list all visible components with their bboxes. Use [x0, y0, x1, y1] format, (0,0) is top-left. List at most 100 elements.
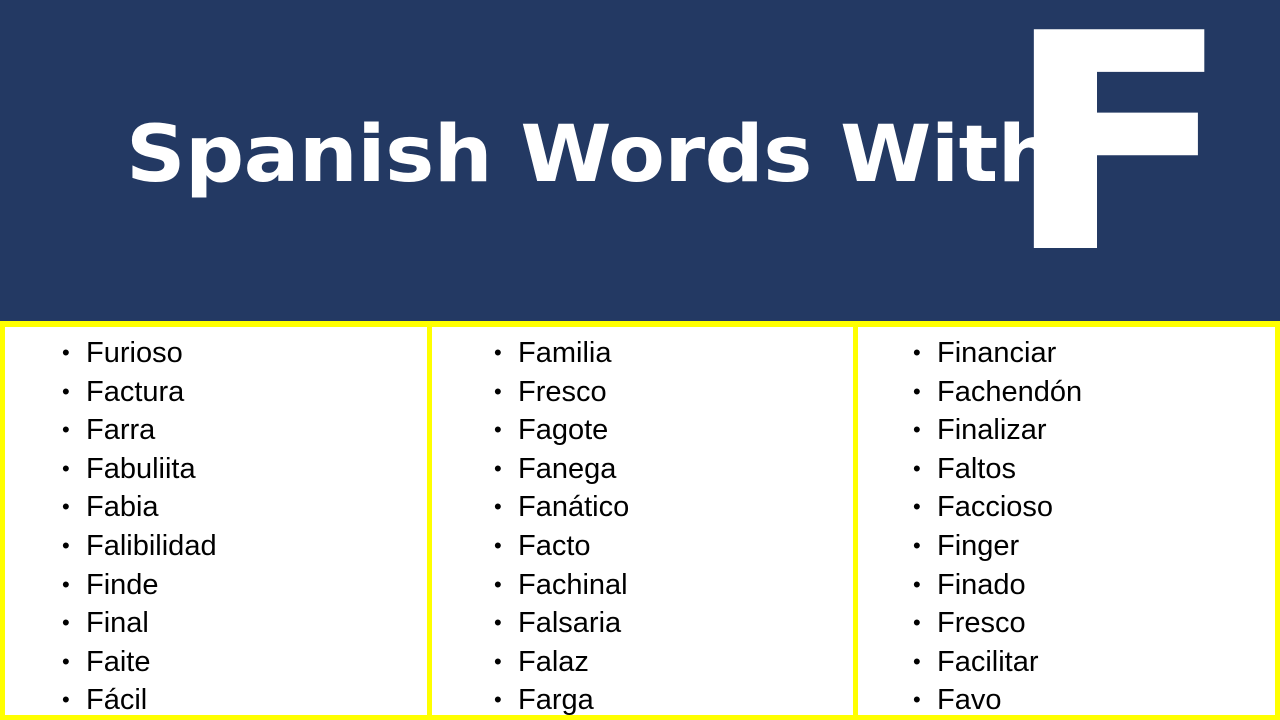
word-column-2: • Familia • Fresco • Fagote • Fanega • F…	[427, 327, 858, 715]
word-label: Fácil	[86, 684, 148, 715]
title-banner: Spanish Words With F	[0, 0, 1280, 321]
word-label: Fabuliita	[86, 452, 196, 485]
bullet-icon: •	[494, 648, 502, 674]
word-label: Factura	[86, 375, 185, 408]
bullet-icon: •	[62, 532, 70, 558]
list-item[interactable]: • Finalizar	[913, 411, 1275, 450]
word-label: Fachinal	[518, 568, 628, 601]
bullet-icon: •	[494, 378, 502, 404]
word-label: Farra	[86, 414, 156, 447]
list-item[interactable]: • Falsaria	[494, 604, 853, 643]
word-list-2: • Familia • Fresco • Fagote • Fanega • F…	[432, 327, 853, 715]
bullet-icon: •	[913, 494, 921, 520]
feature-letter-f: F	[1003, 0, 1233, 319]
word-label: Financiar	[937, 337, 1057, 369]
word-list-3: • Financiar • Fachendón • Finalizar • Fa…	[858, 327, 1275, 715]
list-item[interactable]: • Fachinal	[494, 566, 853, 605]
bullet-icon: •	[62, 571, 70, 597]
word-label: Finde	[86, 568, 159, 601]
bullet-icon: •	[62, 417, 70, 443]
word-label: Facto	[518, 529, 591, 562]
bullet-icon: •	[494, 571, 502, 597]
slide-root: Spanish Words With F • Furioso • Factura…	[0, 0, 1280, 720]
list-item[interactable]: • Fácil	[62, 681, 427, 715]
bullet-icon: •	[494, 340, 502, 365]
word-label: Fachendón	[937, 375, 1083, 408]
list-item[interactable]: • Finde	[62, 566, 427, 605]
word-label: Fabia	[86, 491, 159, 524]
list-item[interactable]: • Finger	[913, 527, 1275, 566]
list-item[interactable]: • Fresco	[494, 373, 853, 412]
word-label: Finado	[937, 568, 1026, 601]
bullet-icon: •	[62, 494, 70, 520]
bullet-icon: •	[494, 417, 502, 443]
word-label: Fresco	[937, 607, 1026, 640]
bullet-icon: •	[494, 532, 502, 558]
word-label: Fagote	[518, 414, 609, 447]
bullet-icon: •	[913, 648, 921, 674]
list-item[interactable]: • Favo	[913, 681, 1275, 715]
word-label: Favo	[937, 684, 1002, 715]
list-item[interactable]: • Fagote	[494, 411, 853, 450]
list-item[interactable]: • Farga	[494, 681, 853, 715]
word-label: Faite	[86, 645, 151, 678]
list-item[interactable]: • Fresco	[913, 604, 1275, 643]
list-item[interactable]: • Faltos	[913, 450, 1275, 489]
word-label: Falibilidad	[86, 529, 217, 562]
list-item[interactable]: • Fachendón	[913, 373, 1275, 412]
bullet-icon: •	[494, 455, 502, 481]
bullet-icon: •	[494, 610, 502, 636]
word-label: Furioso	[86, 337, 183, 369]
list-item[interactable]: • Familia	[494, 334, 853, 373]
list-item[interactable]: • Farra	[62, 411, 427, 450]
word-label: Fanático	[518, 491, 630, 524]
word-label: Faltos	[937, 452, 1016, 485]
bullet-icon: •	[913, 610, 921, 636]
list-item[interactable]: • Fanático	[494, 488, 853, 527]
word-label: Falaz	[518, 645, 589, 678]
word-list-1: • Furioso • Factura • Farra • Fabuliita …	[5, 327, 427, 715]
bullet-icon: •	[62, 687, 70, 713]
bullet-icon: •	[62, 610, 70, 636]
bullet-icon: •	[913, 417, 921, 443]
list-item[interactable]: • Furioso	[62, 334, 427, 373]
word-label: Facilitar	[937, 645, 1039, 678]
page-title: Spanish Words With	[126, 110, 1057, 200]
bullet-icon: •	[913, 687, 921, 713]
bullet-icon: •	[913, 455, 921, 481]
list-item[interactable]: • Faite	[62, 643, 427, 682]
word-label: Finalizar	[937, 414, 1047, 447]
word-label: Familia	[518, 337, 612, 369]
list-item[interactable]: • Final	[62, 604, 427, 643]
word-list-panel: • Furioso • Factura • Farra • Fabuliita …	[0, 321, 1280, 720]
word-label: Faccioso	[937, 491, 1054, 524]
list-item[interactable]: • Finado	[913, 566, 1275, 605]
word-label: Fresco	[518, 375, 607, 408]
bullet-icon: •	[494, 494, 502, 520]
bullet-icon: •	[913, 378, 921, 404]
word-label: Finger	[937, 529, 1020, 562]
list-item[interactable]: • Faccioso	[913, 488, 1275, 527]
list-item[interactable]: • Fanega	[494, 450, 853, 489]
bullet-icon: •	[62, 378, 70, 404]
list-item[interactable]: • Fabia	[62, 488, 427, 527]
word-column-1: • Furioso • Factura • Farra • Fabuliita …	[5, 327, 427, 715]
word-label: Final	[86, 607, 149, 640]
bullet-icon: •	[62, 340, 70, 365]
bullet-icon: •	[62, 455, 70, 481]
bullet-icon: •	[913, 571, 921, 597]
word-column-3: • Financiar • Fachendón • Finalizar • Fa…	[858, 327, 1275, 715]
list-item[interactable]: • Facilitar	[913, 643, 1275, 682]
bullet-icon: •	[913, 532, 921, 558]
word-label: Falsaria	[518, 607, 622, 640]
bullet-icon: •	[62, 648, 70, 674]
list-item[interactable]: • Facto	[494, 527, 853, 566]
bullet-icon: •	[913, 340, 921, 365]
list-item[interactable]: • Fabuliita	[62, 450, 427, 489]
word-label: Fanega	[518, 452, 617, 485]
list-item[interactable]: • Factura	[62, 373, 427, 412]
list-item[interactable]: • Falaz	[494, 643, 853, 682]
list-item[interactable]: • Falibilidad	[62, 527, 427, 566]
list-item[interactable]: • Financiar	[913, 334, 1275, 373]
bullet-icon: •	[494, 687, 502, 713]
